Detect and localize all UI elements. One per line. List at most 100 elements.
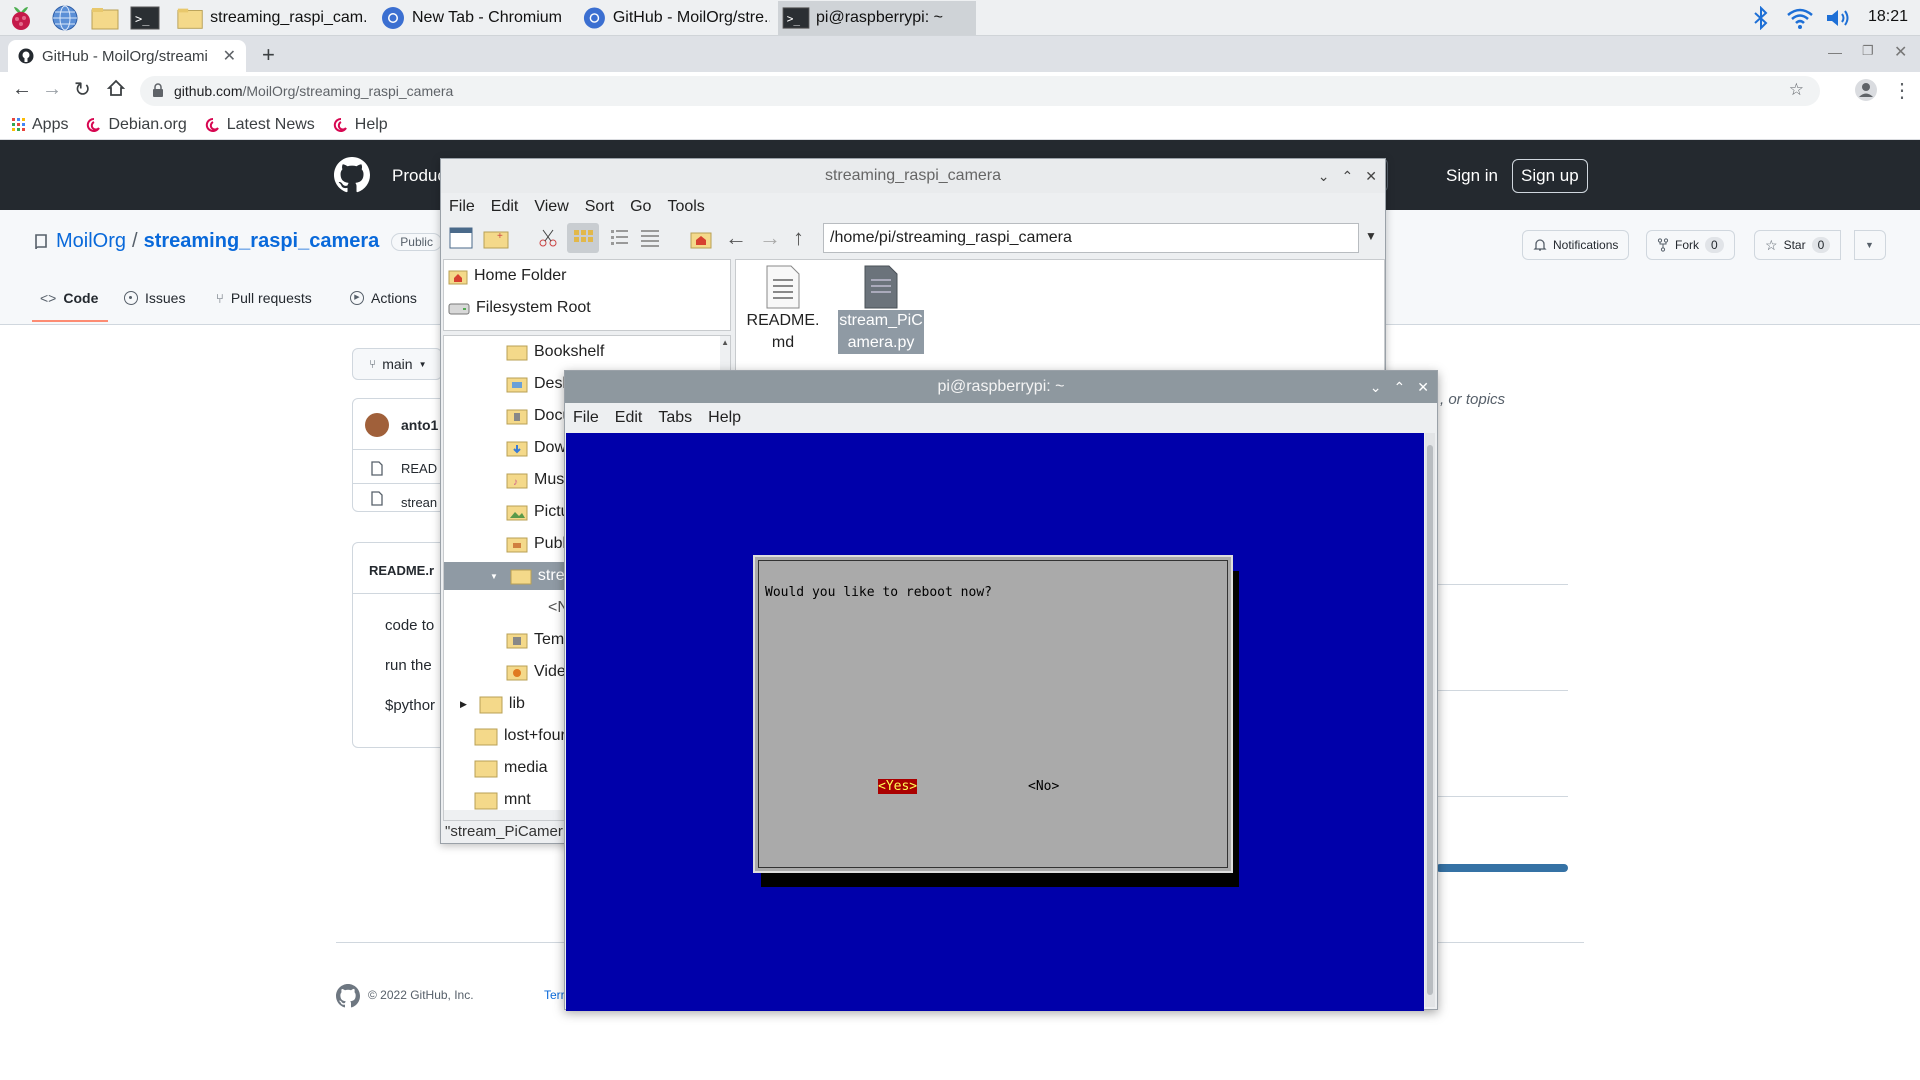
file-manager-titlebar[interactable]: streaming_raspi_camera [441,159,1385,193]
terminal-icon[interactable]: >_ [130,3,160,33]
close-icon[interactable]: ✕ [1417,379,1429,396]
close-icon[interactable]: ✕ [223,46,236,66]
repo-name-link[interactable]: streaming_raspi_camera [144,230,380,253]
file-link[interactable]: READ [401,461,437,476]
minimize-icon[interactable]: ⌄ [1370,379,1382,396]
forward-icon[interactable]: → [42,78,62,101]
new-tab-button[interactable]: + [262,42,275,68]
star-icon[interactable]: ☆ [1789,80,1804,100]
menu-go[interactable]: Go [630,198,651,216]
volume-icon[interactable] [1824,6,1854,35]
bookmark-debian[interactable]: Debian.org [86,116,187,134]
file-item[interactable]: README.md [738,264,828,354]
icon-view-button[interactable] [567,223,599,253]
list-view-icon[interactable] [639,227,661,254]
sign-in-link[interactable]: Sign in [1438,159,1506,193]
github-footer-logo-icon[interactable] [336,984,360,1013]
minimize-icon[interactable]: — [1828,44,1842,60]
reload-icon[interactable]: ↻ [74,77,91,102]
cut-icon[interactable] [537,227,559,254]
repo-owner-link[interactable]: MoilOrg [56,230,126,253]
bookmark-apps[interactable]: Apps [12,116,68,134]
forward-icon[interactable]: → [759,225,781,251]
arrow-up-icon[interactable]: ↑ [793,225,804,251]
task-terminal[interactable]: >_ pi@raspberrypi: ~ [778,1,976,35]
star-button[interactable]: ☆ Star 0 [1754,230,1842,260]
tree-item[interactable]: media [474,754,548,782]
place-home-folder[interactable]: Home Folder [448,262,566,290]
profile-icon[interactable] [1854,78,1878,107]
close-icon[interactable]: ✕ [1365,168,1377,185]
back-icon[interactable]: ← [725,225,747,251]
footer-terms-link[interactable]: Terr [544,988,565,1002]
tree-item[interactable]: ▶ lib [460,690,525,718]
back-icon[interactable]: ← [12,78,32,101]
tree-item[interactable]: Bookshelf [506,338,604,366]
tree-item[interactable]: Dow [506,434,566,462]
tree-item[interactable]: Pictu [506,498,570,526]
menu-tools[interactable]: Tools [667,198,704,216]
tree-item[interactable]: Vide [506,658,566,686]
file-link[interactable]: strean [401,495,437,510]
no-button[interactable]: <No> [1028,779,1059,794]
address-bar[interactable]: github.com/MoilOrg/streaming_raspi_camer… [140,76,1820,106]
raspberry-menu-icon[interactable] [6,3,36,33]
menu-edit[interactable]: Edit [491,198,519,216]
commit-author[interactable]: anto1 [401,417,438,433]
branch-icon: ⑂ [369,357,377,371]
menu-icon[interactable]: ⋮ [1892,78,1912,103]
home-icon[interactable] [689,227,713,254]
chevron-down-icon[interactable]: ▼ [1365,229,1377,243]
tab-pull-requests[interactable]: ⑂ Pull requests [216,290,312,306]
tree-item[interactable]: Docu [506,402,571,430]
fork-button[interactable]: Fork 0 [1646,230,1735,260]
menu-view[interactable]: View [534,198,568,216]
tree-item[interactable]: Tem [506,626,564,654]
menu-file[interactable]: File [573,409,599,427]
bookmark-latest-news[interactable]: Latest News [205,116,315,134]
notifications-button[interactable]: Notifications [1522,230,1630,260]
tab-github[interactable]: GitHub - MoilOrg/streami ✕ [8,40,246,72]
tree-item[interactable]: Desk [506,370,570,398]
new-folder-icon[interactable]: + [483,227,509,254]
home-icon[interactable] [106,78,126,103]
terminal-screen[interactable]: Would you like to reboot now? <Yes> <No> [566,433,1424,1011]
file-item-selected[interactable]: stream_PiCamera.py [836,264,926,354]
task-github[interactable]: GitHub - MoilOrg/stre... [578,1,774,35]
tree-item[interactable]: Publ [506,530,566,558]
globe-icon[interactable] [50,3,80,33]
maximize-icon[interactable]: ❐ [1862,43,1874,59]
menu-edit[interactable]: Edit [615,409,643,427]
menu-sort[interactable]: Sort [585,198,614,216]
maximize-icon[interactable]: ⌃ [1394,379,1406,396]
scrollbar-thumb[interactable] [1427,445,1433,995]
tab-actions[interactable]: ▶ Actions [350,290,417,306]
tree-item[interactable]: ♪ Mus [506,466,564,494]
close-window-icon[interactable]: ✕ [1894,42,1907,62]
star-dropdown[interactable]: ▼ [1854,230,1886,260]
task-new-tab[interactable]: New Tab - Chromium [376,1,572,35]
menu-tabs[interactable]: Tabs [658,409,692,427]
github-logo-icon[interactable] [334,157,370,198]
new-window-icon[interactable] [449,227,473,254]
compact-view-icon[interactable] [609,227,631,254]
folder-icon[interactable] [90,3,120,33]
wifi-icon[interactable] [1786,6,1814,35]
bookmark-help[interactable]: Help [333,116,388,134]
terminal-scrollbar[interactable] [1425,433,1435,1007]
minimize-icon[interactable]: ⌄ [1318,168,1330,185]
tab-code[interactable]: <> Code [40,290,98,306]
menu-file[interactable]: File [449,198,475,216]
bluetooth-icon[interactable] [1752,5,1770,35]
tree-item[interactable]: lost+four [474,722,566,750]
place-filesystem-root[interactable]: Filesystem Root [448,294,591,322]
branch-select[interactable]: ⑂ main ▼ [352,348,442,380]
task-file-manager[interactable]: streaming_raspi_cam... [172,1,370,35]
yes-button[interactable]: <Yes> [878,779,918,794]
path-input[interactable]: /home/pi/streaming_raspi_camera [823,223,1359,253]
menu-help[interactable]: Help [708,409,741,427]
tab-issues[interactable]: Issues [124,290,185,306]
maximize-icon[interactable]: ⌃ [1342,168,1354,185]
sign-up-button[interactable]: Sign up [1512,159,1588,193]
terminal-titlebar[interactable]: pi@raspberrypi: ~ [565,371,1437,403]
